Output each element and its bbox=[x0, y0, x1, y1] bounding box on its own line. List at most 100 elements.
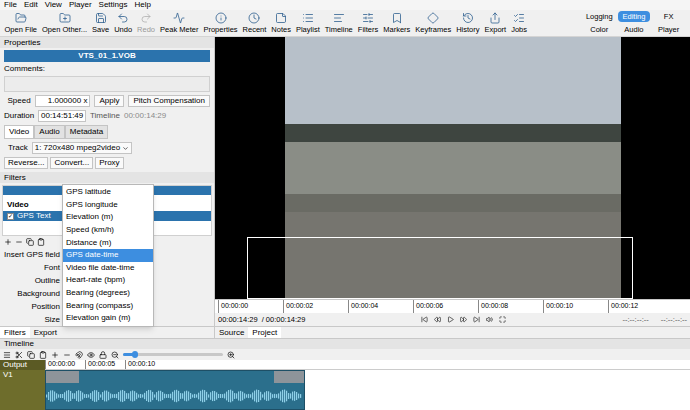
menu-item[interactable]: File bbox=[4, 1, 17, 9]
text-selection-box[interactable] bbox=[247, 237, 633, 299]
timeline-body: OutputV100:00:0000:00:0500:00:10 bbox=[0, 360, 690, 410]
toolbar-icon bbox=[95, 12, 107, 24]
toolbar-button[interactable]: Open File bbox=[2, 10, 40, 36]
timeline-tool-icon[interactable] bbox=[75, 351, 83, 359]
clip-button[interactable]: Proxy bbox=[95, 157, 123, 169]
timeline-tool-icon[interactable] bbox=[51, 351, 59, 359]
filter-tool-icon[interactable] bbox=[37, 238, 45, 246]
timeline-tool-icon[interactable] bbox=[39, 351, 47, 359]
speed-field[interactable]: 1.000000 x bbox=[35, 95, 91, 107]
toolbar-button[interactable]: Timeline bbox=[322, 10, 355, 36]
filter-tool-icon[interactable] bbox=[4, 238, 12, 246]
timeline-tool-icon[interactable] bbox=[87, 351, 95, 359]
menu-item[interactable]: Settings bbox=[99, 1, 128, 9]
menu-option[interactable]: Bearing (compass) bbox=[63, 299, 153, 312]
layout-button[interactable]: Player bbox=[652, 24, 685, 36]
player-ruler[interactable]: 00:00:0000:00:0200:00:0400:00:0600:00:08… bbox=[215, 299, 690, 313]
menu-item[interactable]: Edit bbox=[24, 1, 38, 9]
filter-tool-icon[interactable] bbox=[15, 238, 23, 246]
menu-option[interactable]: Elevation (m) bbox=[63, 211, 153, 224]
toolbar-button[interactable]: Markers bbox=[381, 10, 413, 36]
layout-button[interactable]: Audio bbox=[618, 24, 651, 36]
player-tab[interactable]: Source bbox=[215, 327, 248, 338]
track-header[interactable]: V1 bbox=[0, 370, 45, 410]
layout-button[interactable]: Color bbox=[583, 24, 616, 36]
menu-item[interactable]: Help bbox=[134, 1, 150, 9]
menu-option[interactable]: GPS longitude bbox=[63, 199, 153, 212]
timeline-tool-icon[interactable] bbox=[15, 351, 23, 359]
toolbar-icon bbox=[462, 12, 474, 24]
timeline-tool-icon[interactable] bbox=[99, 351, 107, 359]
filter-checkbox[interactable]: ✓ bbox=[7, 213, 14, 220]
waveform-icon bbox=[46, 384, 302, 408]
layout-button[interactable]: FX bbox=[652, 11, 685, 23]
panel-tab[interactable]: Export bbox=[30, 327, 61, 338]
toolbar-button[interactable]: Peak Meter bbox=[158, 10, 201, 36]
layout-button[interactable]: Editing bbox=[618, 11, 651, 23]
clip[interactable] bbox=[45, 370, 305, 410]
transport-icon[interactable] bbox=[434, 316, 441, 323]
clip-buttons: Reverse...Convert...Proxy bbox=[4, 157, 210, 169]
duration-field[interactable]: 00:14:51:49 bbox=[38, 110, 86, 122]
track-header[interactable]: Output bbox=[0, 360, 45, 370]
menu-option[interactable]: Video file date-time bbox=[63, 262, 153, 275]
menu-item[interactable]: View bbox=[45, 1, 62, 9]
ruler-tick: 00:00:00 bbox=[218, 300, 283, 313]
toolbar-button[interactable]: Redo bbox=[135, 10, 158, 36]
layout-button[interactable]: Logging bbox=[583, 11, 616, 23]
menu-option[interactable]: Distance (m) bbox=[63, 236, 153, 249]
toolbar-icon bbox=[117, 12, 129, 24]
toolbar-button[interactable]: Save bbox=[90, 10, 112, 36]
toolbar-button[interactable]: Undo bbox=[112, 10, 135, 36]
timeline-tool-icon[interactable] bbox=[111, 351, 119, 359]
transport-icon[interactable] bbox=[421, 316, 428, 323]
pitch-button[interactable]: Pitch Compensation bbox=[128, 95, 210, 107]
ruler-tick: 00:00:10 bbox=[543, 300, 608, 313]
toolbar-button[interactable]: Filters bbox=[355, 10, 380, 36]
zoom-in-icon[interactable] bbox=[227, 351, 235, 359]
player-tab[interactable]: Project bbox=[248, 327, 281, 338]
ruler-tick: 00:00:06 bbox=[413, 300, 478, 313]
ruler-tick: 00:00:12 bbox=[608, 300, 673, 313]
apply-button[interactable]: Apply bbox=[94, 95, 124, 107]
menu-option[interactable]: GPS latitude bbox=[63, 186, 153, 199]
track-combo[interactable]: 1: 720x480 mpeg2video bbox=[32, 142, 132, 154]
menu-option[interactable]: Heart-rate (bpm) bbox=[63, 274, 153, 287]
clip-button[interactable]: Convert... bbox=[50, 157, 93, 169]
position-field[interactable]: 00:00:14:29 bbox=[218, 316, 258, 324]
toolbar-button[interactable]: Keyframes bbox=[413, 10, 454, 36]
menu-option[interactable]: GPS date-time bbox=[63, 249, 153, 262]
duration-row: Duration00:14:51:49Timeline00:00:14:29 bbox=[4, 110, 210, 122]
transport-icon[interactable] bbox=[499, 316, 506, 323]
toolbar-icon bbox=[362, 12, 374, 24]
toolbar-button[interactable]: Notes bbox=[269, 10, 294, 36]
timeline-tool-icon[interactable] bbox=[27, 351, 35, 359]
transport-icon[interactable] bbox=[486, 316, 493, 323]
properties-tab[interactable]: Metadata bbox=[65, 125, 108, 139]
menu-option[interactable]: Elevation gain (m) bbox=[63, 312, 153, 325]
menu-option[interactable]: Speed (km/h) bbox=[63, 224, 153, 237]
transport-icon[interactable] bbox=[473, 316, 480, 323]
toolbar-button[interactable]: Jobs bbox=[509, 10, 530, 36]
transport-icon[interactable] bbox=[447, 316, 454, 323]
toolbar-button[interactable]: Properties bbox=[201, 10, 240, 36]
filter-tool-icon[interactable] bbox=[26, 238, 34, 246]
zoom-slider[interactable] bbox=[123, 353, 223, 356]
properties-tab[interactable]: Video bbox=[4, 125, 34, 139]
clip-button[interactable]: Reverse... bbox=[4, 157, 48, 169]
properties-tab[interactable]: Audio bbox=[34, 125, 64, 139]
transport-icon[interactable] bbox=[460, 316, 467, 323]
toolbar-icon bbox=[427, 12, 439, 24]
toolbar-button[interactable]: Playlist bbox=[293, 10, 322, 36]
timeline-tool-icon[interactable] bbox=[63, 351, 71, 359]
toolbar-button[interactable]: Export bbox=[482, 10, 509, 36]
timeline-ruler[interactable]: 00:00:0000:00:0500:00:10 bbox=[45, 360, 690, 370]
toolbar-button[interactable]: Open Other... bbox=[40, 10, 90, 36]
toolbar-button[interactable]: Recent bbox=[240, 10, 269, 36]
menu-item[interactable]: Player bbox=[69, 1, 92, 9]
toolbar-button[interactable]: History bbox=[454, 10, 482, 36]
comments-field[interactable] bbox=[4, 76, 210, 92]
timeline-tool-icon[interactable] bbox=[3, 351, 11, 359]
panel-tab[interactable]: Filters bbox=[0, 327, 30, 338]
menu-option[interactable]: Bearing (degrees) bbox=[63, 287, 153, 300]
